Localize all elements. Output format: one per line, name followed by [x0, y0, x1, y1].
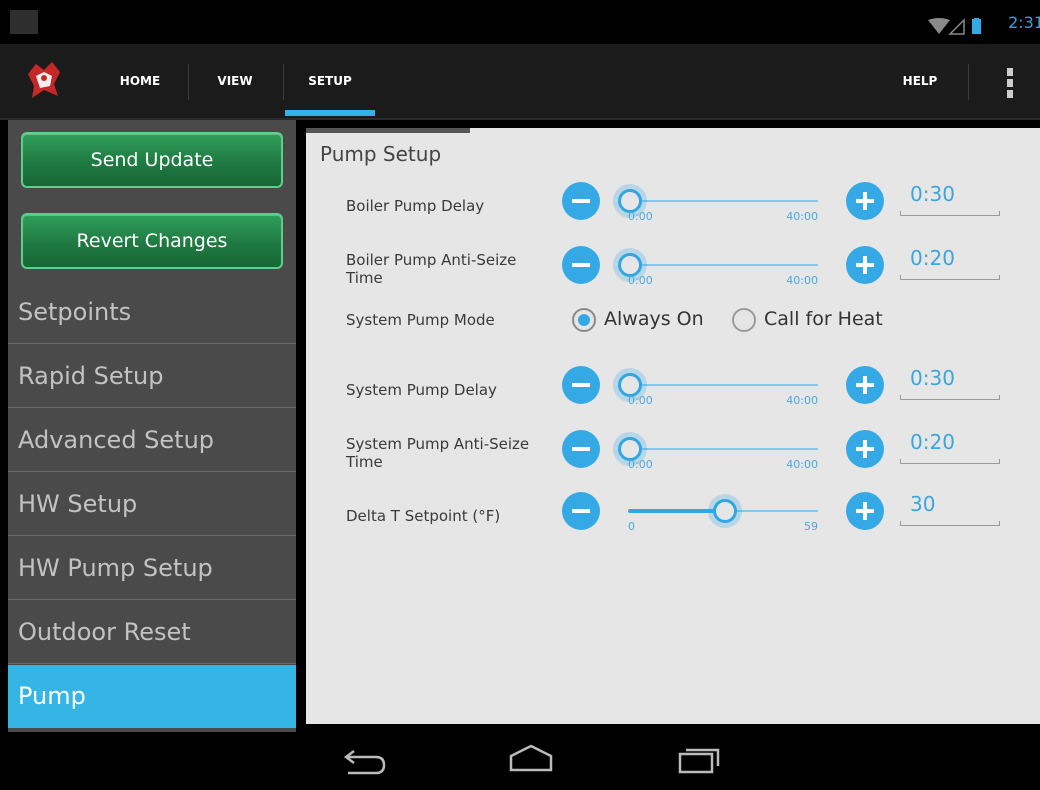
navigation-bar [0, 732, 1040, 790]
slider-min-label: 0 [628, 520, 635, 533]
plus-icon[interactable] [846, 430, 884, 468]
tab-home[interactable]: HOME [108, 44, 172, 118]
value-text: 0:30 [910, 366, 955, 390]
minus-icon[interactable] [562, 492, 600, 530]
revert-changes-button[interactable]: Revert Changes [21, 213, 283, 269]
setting-label: Boiler Pump Delay [346, 197, 485, 215]
setting-row-boiler-pump-delay: Boiler Pump Delay 0:00 40:00 0:30 [306, 182, 1040, 232]
value-text: 30 [910, 492, 936, 516]
notification-icon [10, 10, 38, 34]
slider-min-label: 0:00 [628, 210, 653, 223]
setting-row-boiler-pump-anti-seize-time: Boiler Pump Anti-Seize Time 0:00 40:00 0… [306, 246, 1040, 296]
tab-divider [283, 64, 284, 100]
wifi-icon [928, 18, 950, 34]
value-text: 0:20 [910, 246, 955, 270]
tab-divider [968, 64, 969, 100]
system-pump-mode-label: System Pump Mode [346, 311, 495, 329]
slider-min-label: 0:00 [628, 394, 653, 407]
recent-apps-icon[interactable] [678, 746, 724, 776]
value-field[interactable]: 0:30 [900, 182, 1000, 216]
slider-track[interactable] [628, 200, 818, 202]
value-underline [900, 211, 1000, 216]
sidebar-item-rapid-setup[interactable]: Rapid Setup [8, 345, 296, 408]
setting-row-system-pump-anti-seize-time: System Pump Anti-Seize Time 0:00 40:00 0… [306, 430, 1040, 480]
radio-call-for-heat[interactable]: Call for Heat [732, 308, 902, 332]
value-text: 0:20 [910, 430, 955, 454]
back-icon[interactable] [340, 748, 386, 776]
setting-label: System Pump Anti-Seize Time [346, 435, 530, 471]
value-field[interactable]: 0:30 [900, 366, 1000, 400]
slider-track[interactable] [628, 384, 818, 386]
sidebar: Send Update Revert Changes Setpoints Rap… [8, 120, 296, 732]
home-icon[interactable] [507, 744, 555, 774]
slider-thumb[interactable] [712, 499, 737, 523]
slider-max-label: 59 [804, 520, 818, 533]
slider-max-label: 40:00 [786, 394, 818, 407]
value-field[interactable]: 30 [900, 492, 1000, 526]
setting-row-delta-t-setpoint: Delta T Setpoint (°F) 0 59 30 [306, 492, 1040, 542]
tab-view[interactable]: VIEW [206, 44, 264, 118]
minus-icon[interactable] [562, 246, 600, 284]
sidebar-item-pump[interactable]: Pump [8, 665, 296, 728]
slider-max-label: 40:00 [786, 458, 818, 471]
radio-button-selected[interactable] [572, 308, 596, 332]
slider-track[interactable] [628, 264, 818, 266]
minus-icon[interactable] [562, 430, 600, 468]
status-time: 2:31 [1008, 13, 1040, 32]
sidebar-item-hw-pump-setup[interactable]: HW Pump Setup [8, 537, 296, 600]
value-underline [900, 459, 1000, 464]
slider-min-label: 0:00 [628, 458, 653, 471]
plus-icon[interactable] [846, 182, 884, 220]
status-bar: 2:31 [0, 0, 1040, 44]
slider-max-label: 40:00 [786, 210, 818, 223]
plus-icon[interactable] [846, 246, 884, 284]
send-update-button[interactable]: Send Update [21, 132, 283, 188]
setting-label: Delta T Setpoint (°F) [346, 507, 501, 525]
value-underline [900, 275, 1000, 280]
plus-icon[interactable] [846, 366, 884, 404]
signal-icon [948, 18, 965, 35]
panel-top-bar [306, 128, 470, 133]
help-button[interactable]: HELP [888, 44, 952, 118]
radio-always-on[interactable]: Always On [572, 308, 712, 332]
minus-icon[interactable] [562, 182, 600, 220]
app-logo-icon[interactable] [22, 58, 66, 102]
slider-max-label: 40:00 [786, 274, 818, 287]
pump-setup-panel: Pump Setup Boiler Pump Delay 0:00 40:00 … [306, 128, 1040, 724]
section-title: Pump Setup [320, 142, 442, 166]
value-field[interactable]: 0:20 [900, 246, 1000, 280]
sidebar-item-advanced-setup[interactable]: Advanced Setup [8, 409, 296, 472]
battery-icon [972, 19, 981, 34]
value-underline [900, 395, 1000, 400]
tab-setup[interactable]: SETUP [298, 44, 362, 118]
setting-label: System Pump Delay [346, 381, 497, 399]
setting-label: Boiler Pump Anti-Seize Time [346, 251, 517, 287]
value-field[interactable]: 0:20 [900, 430, 1000, 464]
slider-fill [628, 509, 725, 513]
radio-label-call-for-heat: Call for Heat [764, 308, 883, 330]
action-bar: HOME VIEW SETUP HELP [0, 44, 1040, 120]
radio-button[interactable] [732, 308, 756, 332]
tab-divider [188, 64, 189, 100]
sidebar-item-setpoints[interactable]: Setpoints [8, 281, 296, 344]
setting-row-system-pump-delay: System Pump Delay 0:00 40:00 0:30 [306, 366, 1040, 416]
sidebar-item-hw-setup[interactable]: HW Setup [8, 473, 296, 536]
overflow-menu-icon[interactable] [1004, 66, 1016, 100]
radio-label-always-on: Always On [604, 308, 704, 330]
value-underline [900, 521, 1000, 526]
sidebar-item-outdoor-reset[interactable]: Outdoor Reset [8, 601, 296, 664]
wifi-signal-battery-icons [928, 18, 981, 35]
slider-min-label: 0:00 [628, 274, 653, 287]
plus-icon[interactable] [846, 492, 884, 530]
minus-icon[interactable] [562, 366, 600, 404]
active-tab-indicator [285, 110, 375, 116]
slider-track[interactable] [628, 448, 818, 450]
value-text: 0:30 [910, 182, 955, 206]
